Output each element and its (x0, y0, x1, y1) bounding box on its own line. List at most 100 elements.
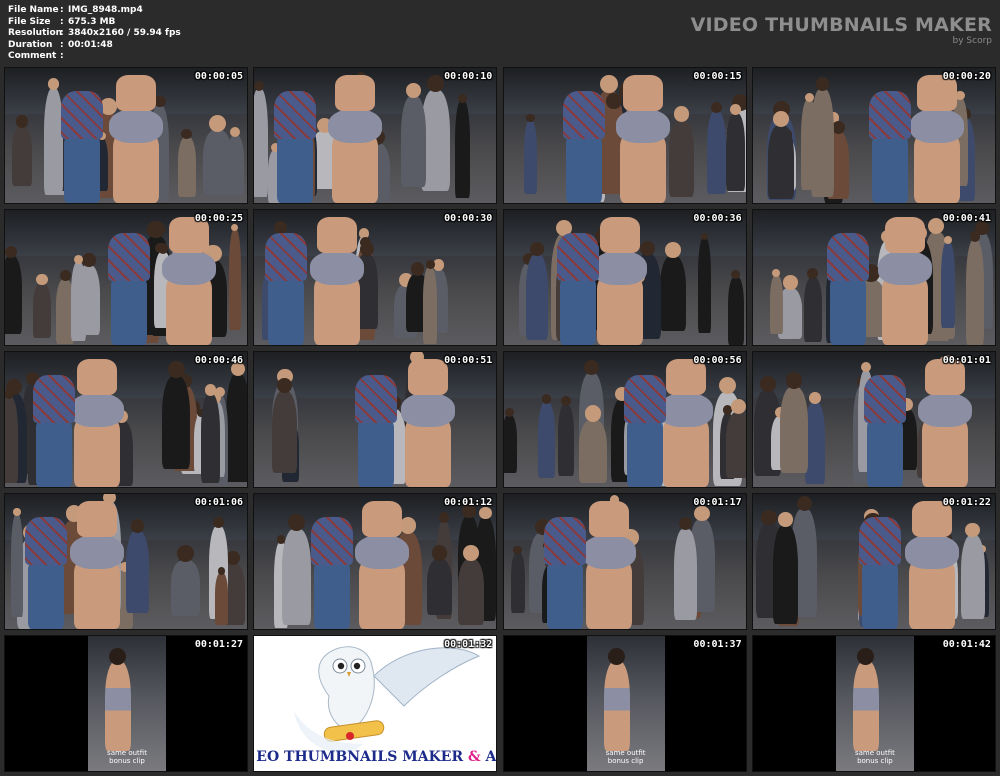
companion-plaid-shirt (556, 233, 599, 281)
subject-head (856, 648, 874, 665)
crowd-person (71, 261, 86, 341)
thumbnail-frame[interactable]: 00:01:06 (4, 493, 248, 630)
meta-value: 00:01:48 (68, 39, 113, 50)
crowd-person-head (600, 75, 618, 93)
frame-timestamp: 00:01:17 (693, 497, 742, 508)
frame-timestamp: 00:00:05 (194, 71, 243, 82)
crowd-person-head (167, 361, 185, 378)
companion-plaid-shirt (60, 91, 103, 139)
crowd-person (5, 397, 18, 483)
thumbnail-frame[interactable]: EO THUMBNAILS MAKER & ANIMA 00:01:32 (253, 635, 498, 772)
thumbnail-frame[interactable]: same outfit bonus clip 00:01:42 (751, 635, 996, 772)
thumbnail-frame[interactable]: same outfit bonus clip 00:01:27 (4, 635, 248, 772)
crowd-person (525, 253, 549, 341)
thumbnail-frame[interactable]: 00:00:05 (4, 67, 248, 204)
subject-legs (882, 275, 929, 345)
subject-legs (908, 559, 955, 629)
crowd-person-head (15, 115, 29, 128)
thumbnail-frame[interactable]: 00:00:51 (253, 351, 498, 488)
frame-scene (752, 68, 995, 203)
crowd-person-head (399, 517, 417, 534)
crowd-person-head (796, 495, 812, 511)
companion-jeans (866, 421, 903, 487)
thumbnail-frame[interactable]: 00:00:20 (751, 67, 996, 204)
companion-plaid-shirt (827, 233, 870, 281)
subject-shorts (354, 535, 409, 569)
companion-plaid-shirt (868, 91, 911, 139)
frame-timestamp: 00:00:46 (194, 355, 243, 366)
frame-scene (752, 352, 995, 487)
subject-legs (74, 417, 121, 487)
companion-plaid-shirt (543, 517, 586, 565)
meta-row-duration: Duration : 00:01:48 (8, 39, 113, 50)
frame-scene (752, 210, 995, 345)
companion-plaid-shirt (265, 233, 308, 281)
frame-scene (503, 68, 746, 203)
crowd-person-head (665, 241, 681, 258)
crowd-person-head (74, 254, 83, 264)
crowd-person (780, 387, 808, 474)
crowd-person-head (479, 506, 492, 519)
subject-legs (314, 275, 361, 345)
companion-plaid-shirt (311, 517, 354, 565)
thumbnail-frame[interactable]: 00:00:56 (502, 351, 747, 488)
meta-row-comment: Comment : (8, 51, 64, 61)
crowd-person-head (943, 235, 952, 244)
companion-jeans (565, 137, 602, 203)
frame-scene (254, 352, 497, 487)
crowd-person-head (605, 93, 622, 109)
thumbnail-frame[interactable]: 00:00:46 (4, 351, 248, 488)
meta-row-filesize: File Size : 675.3 MB (8, 16, 116, 27)
frame-timestamp: 00:00:15 (693, 71, 742, 82)
thumbnail-frame[interactable]: 00:00:25 (4, 209, 248, 346)
crowd-person-head (209, 115, 227, 133)
subject-legs (620, 133, 667, 203)
meta-key: File Size (8, 16, 51, 27)
crowd-person (726, 113, 746, 192)
subject-shorts (400, 393, 455, 427)
thumbnail-frame[interactable]: 00:01:01 (751, 351, 996, 488)
crowd-person (510, 552, 525, 614)
thumbnail-frame[interactable]: 00:00:36 (502, 209, 747, 346)
crowd-person-head (673, 106, 689, 122)
companion-jeans (546, 563, 583, 629)
meta-value: IMG_8948.mp4 (68, 5, 143, 15)
frame-scene: EO THUMBNAILS MAKER & ANIMA (254, 636, 497, 771)
subject-legs (914, 133, 961, 203)
thumbnail-frame[interactable]: 00:00:41 (751, 209, 996, 346)
thumbnail-frame[interactable]: 00:00:30 (253, 209, 498, 346)
subject-figure (852, 661, 879, 751)
thumbnail-frame[interactable]: 00:01:12 (253, 493, 498, 630)
thumbnail-frame[interactable]: 00:00:15 (502, 67, 747, 204)
crowd-person (668, 119, 695, 197)
companion-jeans (559, 279, 596, 345)
companion-plaid-shirt (355, 375, 398, 423)
thumbnail-frame[interactable]: 00:01:22 (751, 493, 996, 630)
crowd-person-head (584, 359, 600, 375)
crowd-person (769, 274, 783, 335)
crowd-person-head (560, 395, 571, 406)
meta-key: Duration (8, 39, 53, 50)
crowd-person (32, 282, 52, 339)
subject-legs (404, 417, 451, 487)
crowd-person-head (965, 522, 980, 537)
frame-timestamp: 00:01:27 (194, 639, 243, 650)
crowd-person-head (785, 372, 803, 390)
companion-plaid-shirt (863, 375, 906, 423)
crowd-person-head (230, 126, 241, 137)
frame-scene (254, 68, 497, 203)
crowd-person (226, 373, 247, 483)
frame-scene (503, 352, 746, 487)
companion-plaid-shirt (562, 91, 605, 139)
crowd-person-head (969, 231, 981, 242)
thumbnail-frame[interactable]: 00:01:17 (502, 493, 747, 630)
frame-scene: same outfit bonus clip (503, 636, 746, 771)
crowd-person-head (426, 74, 445, 92)
crowd-person (254, 89, 268, 197)
subject-shorts (592, 251, 647, 285)
crowd-person (162, 375, 191, 470)
crowd-person-head (694, 505, 710, 522)
frame-timestamp: 00:01:32 (444, 639, 493, 650)
thumbnail-frame[interactable]: 00:00:10 (253, 67, 498, 204)
thumbnail-frame[interactable]: same outfit bonus clip 00:01:37 (502, 635, 747, 772)
